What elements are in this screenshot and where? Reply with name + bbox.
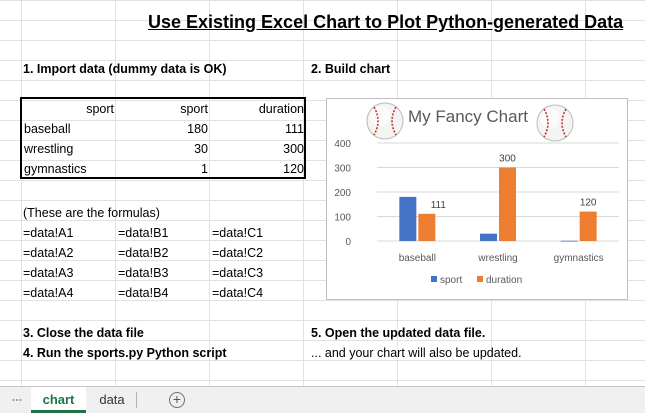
- y-tick-label: 200: [334, 188, 351, 199]
- table-header-cell[interactable]: sport: [116, 99, 208, 119]
- x-tick-label: gymnastics: [554, 253, 604, 264]
- formula-cell[interactable]: =data!B3: [118, 266, 168, 280]
- legend-label: sport: [440, 275, 462, 286]
- chart-title: My Fancy Chart: [408, 107, 528, 126]
- formula-cell[interactable]: =data!C4: [212, 286, 263, 300]
- bar-duration: [499, 167, 516, 241]
- table-cell[interactable]: gymnastics: [24, 159, 87, 179]
- table-cell[interactable]: 180: [116, 119, 208, 139]
- formula-cell[interactable]: =data!C2: [212, 246, 263, 260]
- x-tick-label: baseball: [399, 253, 436, 264]
- data-label: 111: [431, 200, 447, 211]
- bar-sport: [399, 196, 417, 241]
- data-label: 300: [499, 154, 516, 165]
- table-header-cell[interactable]: sport: [22, 99, 114, 119]
- data-label: 120: [580, 198, 597, 209]
- sheet-title: Use Existing Excel Chart to Plot Python-…: [148, 12, 624, 32]
- bar-chart: My Fancy Chart 0 100 200 300 400 111 baseball 30…: [334, 102, 619, 286]
- legend-label: duration: [486, 275, 522, 286]
- baseball-icon: [536, 104, 574, 142]
- step2-label: 2. Build chart: [311, 62, 391, 76]
- formula-cell[interactable]: =data!B1: [118, 226, 168, 240]
- table-cell[interactable]: 1: [116, 159, 208, 179]
- formula-cell[interactable]: =data!A2: [23, 246, 73, 260]
- bar-duration: [418, 213, 436, 241]
- x-tick-label: wrestling: [477, 253, 517, 264]
- table-cell[interactable]: 30: [116, 139, 208, 159]
- step1-label: 1. Import data (dummy data is OK): [23, 62, 227, 76]
- formula-cell[interactable]: =data!C3: [212, 266, 263, 280]
- table-cell[interactable]: baseball: [24, 119, 71, 139]
- step5-note: ... and your chart will also be updated.: [311, 346, 522, 360]
- tab-scroll-dots-icon[interactable]: [12, 396, 22, 404]
- table-cell[interactable]: wrestling: [24, 139, 73, 159]
- tab-data[interactable]: data: [90, 387, 134, 413]
- formula-cell[interactable]: =data!A4: [23, 286, 73, 300]
- baseball-icon: [366, 102, 404, 140]
- table-cell[interactable]: 111: [210, 119, 304, 139]
- bar-duration: [579, 211, 597, 241]
- step5-label: 5. Open the updated data file.: [311, 326, 486, 340]
- formula-cell[interactable]: =data!B2: [118, 246, 168, 260]
- bar-sport: [560, 240, 578, 242]
- y-tick-label: 300: [334, 164, 351, 175]
- step4-label: 4. Run the sports.py Python script: [23, 346, 227, 360]
- chart-area[interactable]: My Fancy Chart 0 100 200 300 400 111 baseball 30…: [326, 98, 628, 300]
- formula-cell[interactable]: =data!A1: [23, 226, 73, 240]
- formula-cell[interactable]: =data!C1: [212, 226, 263, 240]
- legend-swatch: [477, 276, 483, 282]
- legend-swatch: [431, 276, 437, 282]
- tab-divider: [136, 392, 137, 408]
- formula-cell[interactable]: =data!B4: [118, 286, 168, 300]
- table-cell[interactable]: 300: [210, 139, 304, 159]
- data-table: sport sport duration baseball 180 111 wr…: [20, 97, 306, 179]
- y-tick-label: 100: [334, 213, 351, 224]
- sheet-tab-bar: chart data +: [0, 386, 645, 413]
- table-header-cell[interactable]: duration: [210, 99, 304, 119]
- table-cell[interactable]: 120: [210, 159, 304, 179]
- plus-circle-icon[interactable]: +: [169, 392, 185, 408]
- step3-label: 3. Close the data file: [23, 326, 144, 340]
- formula-cell[interactable]: =data!A3: [23, 266, 73, 280]
- bar-sport: [480, 233, 497, 241]
- y-tick-label: 400: [334, 139, 351, 150]
- formulas-note[interactable]: (These are the formulas): [23, 206, 160, 220]
- tab-chart[interactable]: chart: [31, 387, 86, 413]
- y-tick-label: 0: [345, 237, 351, 248]
